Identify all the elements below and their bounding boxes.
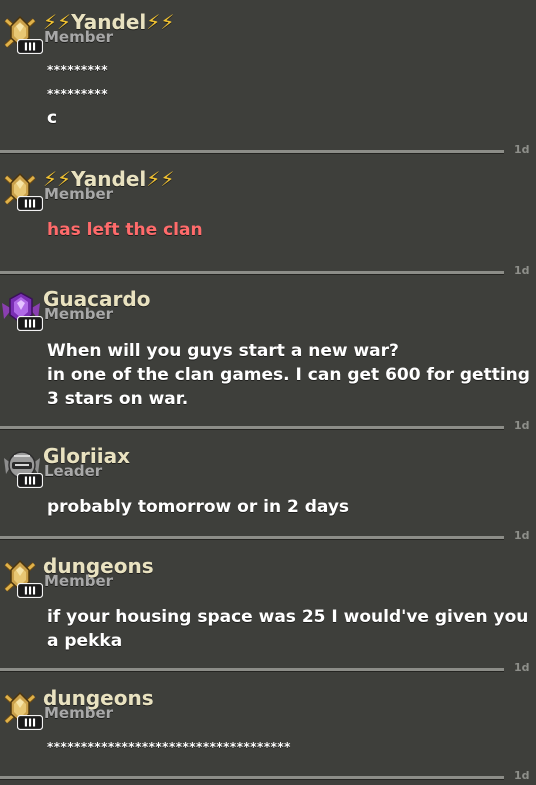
message-timestamp: 1d <box>514 264 530 277</box>
lightning-icon: ⚡ <box>160 167 175 191</box>
badge-level-tag: III <box>17 196 43 211</box>
message-text: ************************************ <box>47 735 536 759</box>
message-line: probably tomorrow or in 2 days <box>47 497 350 517</box>
purple-crystal-badge-icon[interactable]: III <box>0 291 44 331</box>
message-divider <box>0 150 504 154</box>
message-divider <box>0 536 504 540</box>
message-line: ************************************ <box>47 740 291 754</box>
gold-crossed-swords-badge-icon[interactable]: III <box>0 558 44 598</box>
message-divider <box>0 426 504 430</box>
gold-crossed-swords-badge-icon[interactable]: III <box>0 690 44 730</box>
message-divider <box>0 776 504 780</box>
lightning-icon: ⚡ <box>160 10 175 34</box>
badge-level-tag: III <box>17 39 43 54</box>
player-role: Leader <box>44 462 103 480</box>
badge-level-text: III <box>24 717 36 730</box>
player-role: Member <box>44 185 114 203</box>
badge-level-tag: III <box>17 473 43 488</box>
lightning-icon: ⚡ <box>146 10 161 34</box>
message-divider <box>0 271 504 275</box>
badge-level-text: III <box>24 475 36 488</box>
badge-level-tag: III <box>17 583 43 598</box>
badge-level-tag: III <box>17 715 43 730</box>
badge-level-tag: III <box>17 316 43 331</box>
message-timestamp: 1d <box>514 769 530 782</box>
message-line: has left the clan <box>47 220 203 240</box>
message-line: in one of the clan games. I can get 600 … <box>47 365 530 385</box>
badge-level-text: III <box>24 585 36 598</box>
message-line: 3 stars on war. <box>47 389 189 409</box>
message-timestamp: 1d <box>514 661 530 674</box>
player-role: Member <box>44 28 114 46</box>
player-role: Member <box>44 572 114 590</box>
message-divider <box>0 668 504 672</box>
lightning-icon: ⚡ <box>146 167 161 191</box>
message-line: When will you guys start a new war? <box>47 341 399 361</box>
message-line: c <box>47 108 58 128</box>
message-text: if your housing space was 25 I would've … <box>47 605 536 653</box>
message-timestamp: 1d <box>514 419 530 432</box>
message-text: When will you guys start a new war? in on… <box>47 339 536 411</box>
message-line: a pekka <box>47 631 123 651</box>
silver-helmet-badge-icon[interactable]: III <box>0 448 44 488</box>
message-line: ********* <box>47 87 108 101</box>
message-line: if your housing space was 25 I would've … <box>47 607 529 627</box>
player-role: Member <box>44 305 114 323</box>
message-timestamp: 1d <box>514 529 530 542</box>
badge-level-text: III <box>24 41 36 54</box>
badge-level-text: III <box>24 198 36 211</box>
system-message-text: has left the clan <box>47 218 536 242</box>
message-timestamp: 1d <box>514 143 530 156</box>
player-role: Member <box>44 704 114 722</box>
badge-level-text: III <box>24 318 36 331</box>
gold-crossed-swords-badge-icon[interactable]: III <box>0 14 44 54</box>
message-line: ********* <box>47 63 108 77</box>
message-text: ********* ********* c <box>47 58 536 130</box>
message-text: probably tomorrow or in 2 days <box>47 495 536 519</box>
gold-crossed-swords-badge-icon[interactable]: III <box>0 171 44 211</box>
